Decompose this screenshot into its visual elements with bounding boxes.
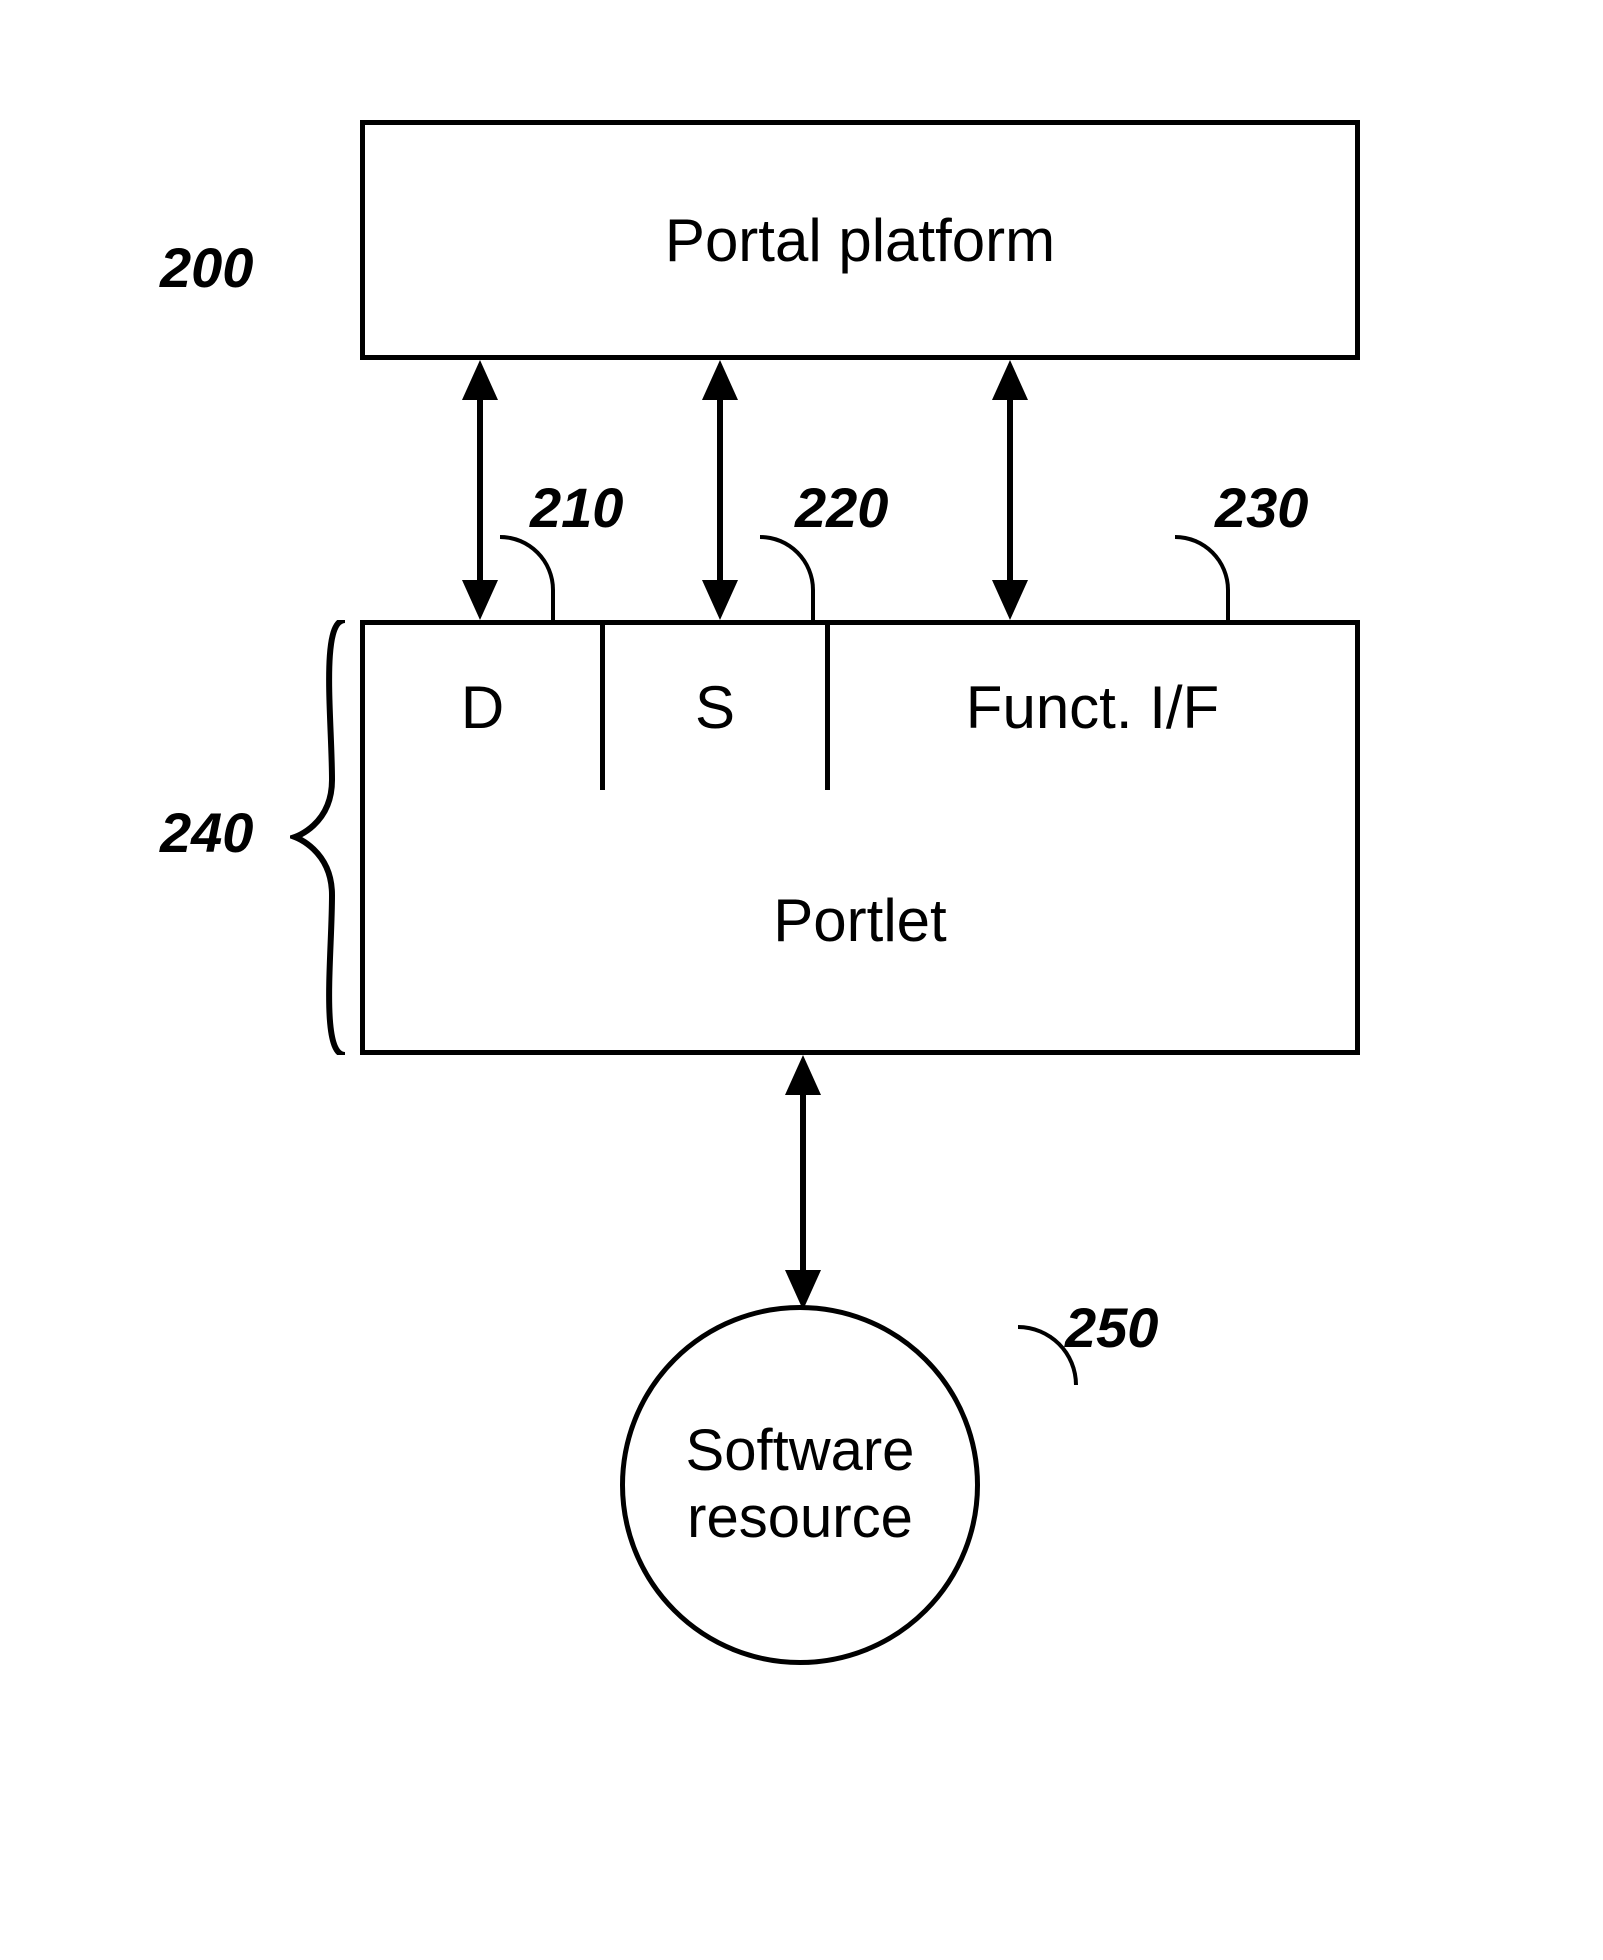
funct-label: Funct. I/F [966,673,1219,742]
software-resource-circle: Software resource [620,1305,980,1665]
ref-240: 240 [160,800,253,865]
s-label: S [695,673,735,742]
leader-230 [1175,535,1230,620]
d-box: D [360,620,600,795]
s-box: S [600,620,825,795]
ref-220: 220 [795,475,888,540]
portal-platform-box: Portal platform [360,120,1360,360]
portlet-label: Portlet [773,886,946,955]
software-resource-label: Software resource [625,1418,975,1551]
architecture-diagram: Portal platform 200 210 220 230 D S Func… [100,120,1500,1820]
portlet-box: Portlet [360,790,1360,1055]
leader-220 [760,535,815,620]
ref-230: 230 [1215,475,1308,540]
funct-if-box: Funct. I/F [825,620,1360,795]
ref-250: 250 [1065,1295,1158,1360]
leader-210 [500,535,555,620]
ref-210: 210 [530,475,623,540]
portal-platform-label: Portal platform [665,206,1055,275]
ref-200: 200 [160,235,253,300]
interface-row: D S Funct. I/F [360,620,1360,795]
d-label: D [461,673,504,742]
brace-icon [290,620,350,1055]
